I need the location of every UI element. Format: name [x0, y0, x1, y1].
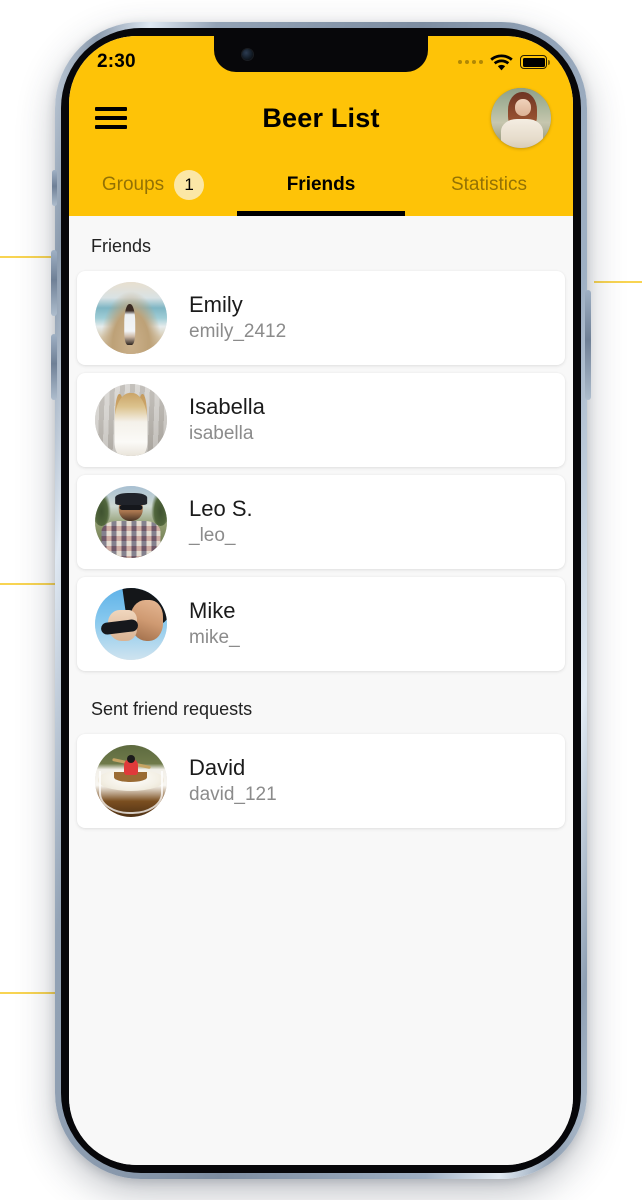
friend-handle: mike_	[189, 627, 240, 649]
title-bar: Beer List	[69, 82, 573, 154]
friend-name: Emily	[189, 292, 243, 318]
phone-device-frame: 2:30 Beer List Groups 1 Friends Statisti…	[51, 22, 591, 1179]
avatar-david	[95, 745, 167, 817]
friend-handle: david_121	[189, 784, 277, 806]
hamburger-menu-icon[interactable]	[95, 105, 127, 131]
battery-full-icon	[520, 55, 550, 69]
list-item[interactable]: David david_121	[77, 734, 565, 828]
tab-statistics[interactable]: Statistics	[405, 154, 573, 216]
list-item-meta: Isabella isabella	[189, 394, 265, 445]
guide-tick	[594, 281, 642, 283]
list-item-meta: Mike mike_	[189, 598, 240, 649]
tab-groups-badge: 1	[174, 170, 205, 200]
friend-name: Isabella	[189, 394, 265, 420]
tab-friends-label: Friends	[286, 174, 356, 195]
signal-dots-icon	[458, 60, 483, 64]
status-bar: 2:30	[69, 36, 573, 82]
friend-handle: isabella	[189, 423, 254, 445]
avatar-mike	[95, 588, 167, 660]
list-item[interactable]: Emily emily_2412	[77, 271, 565, 365]
list-item-meta: Leo S. _leo_	[189, 496, 253, 547]
avatar-isabella	[95, 384, 167, 456]
tab-statistics-label: Statistics	[450, 174, 528, 195]
list-item[interactable]: Mike mike_	[77, 577, 565, 671]
status-time: 2:30	[97, 51, 136, 72]
friend-name: Leo S.	[189, 496, 253, 522]
wifi-icon	[490, 54, 513, 70]
volume-down-button[interactable]	[51, 334, 57, 400]
silence-switch-button[interactable]	[52, 170, 57, 206]
power-button[interactable]	[585, 290, 591, 400]
volume-up-button[interactable]	[51, 250, 57, 316]
tab-groups[interactable]: Groups 1	[69, 154, 237, 216]
tab-friends[interactable]: Friends	[237, 154, 405, 216]
friend-name: David	[189, 755, 246, 781]
status-indicators	[458, 54, 550, 71]
avatar[interactable]	[491, 88, 551, 148]
list-item-meta: Emily emily_2412	[189, 292, 286, 343]
tab-bar: Groups 1 Friends Statistics	[69, 154, 573, 216]
avatar-emily	[95, 282, 167, 354]
list-item-meta: David david_121	[189, 755, 277, 806]
friend-name: Mike	[189, 598, 236, 624]
tab-groups-label: Groups	[101, 174, 165, 195]
section-header-friends: Friends	[91, 236, 152, 256]
friend-handle: emily_2412	[189, 321, 287, 343]
guide-tick	[0, 583, 56, 585]
list-item[interactable]: Leo S. _leo_	[77, 475, 565, 569]
phone-screen: 2:30 Beer List Groups 1 Friends Statisti…	[69, 36, 573, 1165]
friend-handle: _leo_	[189, 525, 236, 547]
friends-list-content: Friends Emily emily_2412 Isabella isabel…	[69, 216, 573, 1165]
list-item[interactable]: Isabella isabella	[77, 373, 565, 467]
section-header-sent-requests: Sent friend requests	[91, 699, 253, 719]
app-header: 2:30 Beer List Groups 1 Friends Statisti…	[69, 36, 573, 216]
avatar-leo	[95, 486, 167, 558]
guide-tick	[0, 992, 58, 994]
